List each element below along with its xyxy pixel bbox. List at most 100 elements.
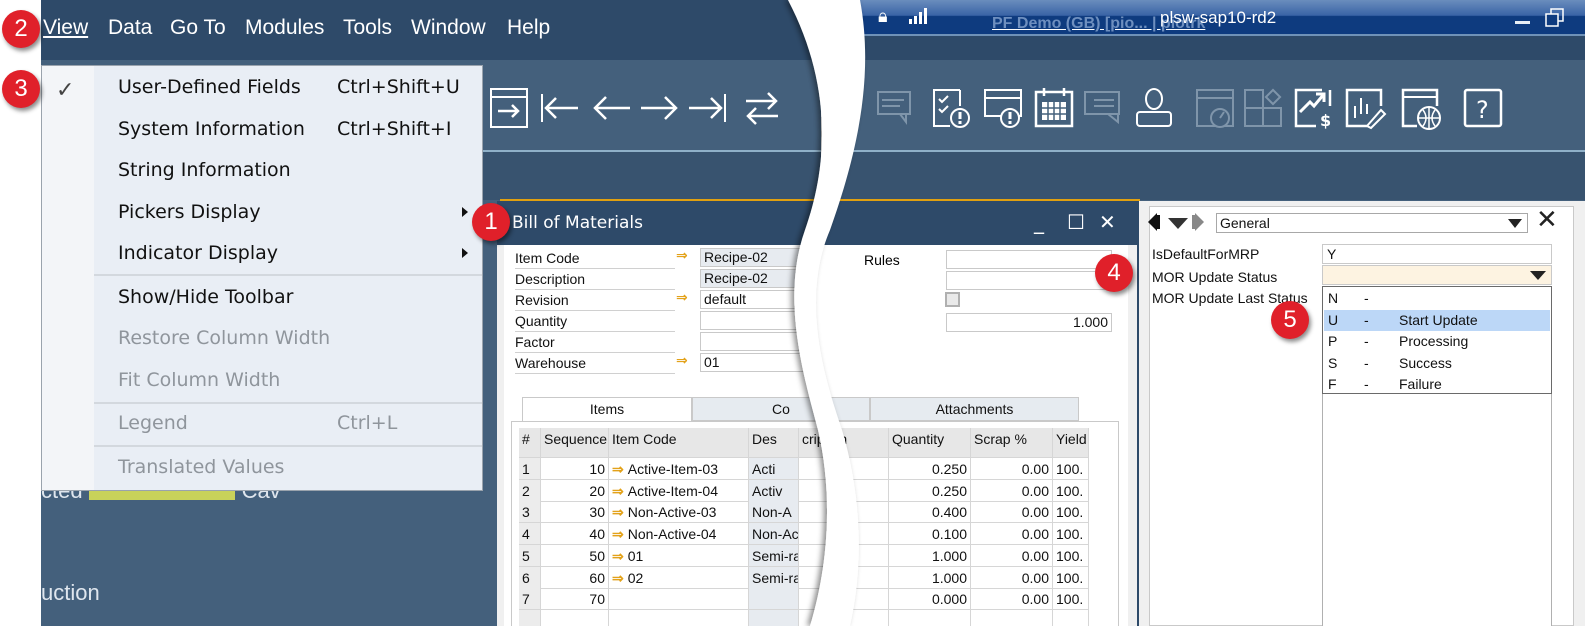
grid-cell-qty[interactable]: 0.100 [889,523,971,546]
menu-modules[interactable]: Modules [245,16,324,40]
grid-cell-seq[interactable]: 60 [541,566,609,589]
grid-cell-code[interactable]: ⇒ Non-Active-03 [609,501,749,524]
grid-cell-n[interactable]: 6 [519,566,541,589]
grid-cell-code[interactable]: ⇒ Non-Active-04 [609,523,749,546]
grid-cell-yield[interactable]: 100. [1053,566,1089,589]
grid-cell-qty[interactable]: 1.000 [889,544,971,567]
checkbox[interactable] [945,292,960,307]
link-arrow-icon[interactable]: ⇒ [612,504,624,520]
menu-help[interactable]: Help [507,16,550,40]
column-header[interactable]: Quantity [889,428,971,458]
grid-cell-code[interactable]: ⇒ 01 [609,544,749,567]
view-menu-item-translated-values[interactable]: Translated Values [118,456,284,478]
close-panel-icon[interactable]: ✕ [1536,205,1558,235]
grid-cell-scrap[interactable]: 0.00 [971,501,1053,524]
last-record-icon[interactable] [685,86,729,130]
grid-cell-qty[interactable]: 0.250 [889,458,971,480]
link-arrow-icon[interactable]: ⇒ [676,290,688,306]
grid-cell-scrap[interactable]: 0.00 [971,523,1053,546]
view-menu-item-fit-column-width[interactable]: Fit Column Width [118,369,280,391]
grid-cell-n[interactable]: 3 [519,501,541,524]
grid-cell-scrap[interactable]: 0.00 [971,479,1053,502]
view-menu-item-pickers-display[interactable]: Pickers Display [118,201,261,223]
analytics-edit-icon[interactable] [1343,86,1387,130]
column-header[interactable]: Sequence [541,428,609,458]
grid-cell-qty[interactable] [889,609,971,626]
chat-icon[interactable] [1082,86,1126,130]
link-arrow-icon[interactable]: ⇒ [612,526,624,542]
alert-window-icon[interactable] [982,86,1026,130]
link-arrow-icon[interactable]: ⇒ [612,461,624,477]
grid-cell-yield[interactable]: 100. [1053,523,1089,546]
user-icon[interactable] [1132,86,1176,130]
financial-report-icon[interactable]: $ [1292,86,1336,130]
tab-attachments[interactable]: Attachments [870,397,1079,421]
grid-cell-scrap[interactable] [971,609,1053,626]
dashboard-icon[interactable] [1194,86,1238,130]
mor-update-status-select[interactable] [1322,265,1552,285]
grid-cell-code[interactable]: ⇒ Active-Item-03 [609,458,749,480]
view-menu-item-system-information[interactable]: System Information [118,118,305,140]
grid-cell-seq[interactable]: 70 [541,588,609,611]
maximize-window-button[interactable]: ☐ [1067,210,1085,234]
menu-view[interactable]: View [43,16,88,40]
column-header[interactable]: Yield [1053,428,1089,458]
grid-cell-scrap[interactable]: 0.00 [971,588,1053,611]
view-menu-item-legend[interactable]: Legend [118,412,188,434]
view-menu-item-restore-column-width[interactable]: Restore Column Width [118,327,330,349]
menu-goto[interactable]: Go To [170,16,226,40]
grid-cell-n[interactable]: 5 [519,544,541,567]
restore-button[interactable] [1545,8,1565,28]
tab-items[interactable]: Items [522,397,692,422]
form-settings-icon[interactable] [488,86,532,130]
grid-cell-yield[interactable]: 100. [1053,544,1089,567]
grid-cell-n[interactable]: 7 [519,588,541,611]
grid-cell-seq[interactable]: 30 [541,501,609,524]
grid-cell-n[interactable]: 2 [519,479,541,502]
minimize-button[interactable] [1515,21,1530,24]
grid-cell-yield[interactable]: 100. [1053,458,1089,480]
approval-alert-icon[interactable] [930,86,974,130]
grid-cell-yield[interactable]: 100. [1053,479,1089,502]
grid-cell-scrap[interactable]: 0.00 [971,458,1053,480]
grid-cell-seq[interactable]: 20 [541,479,609,502]
mor-option-u[interactable]: U - Start Update [1324,309,1550,331]
rules-input[interactable] [946,250,1112,269]
grid-cell-yield[interactable]: 100. [1053,501,1089,524]
link-arrow-icon[interactable]: ⇒ [612,483,624,499]
previous-record-icon[interactable] [590,86,634,130]
grid-cell-n[interactable]: 4 [519,523,541,546]
column-header[interactable]: # [519,428,541,458]
grid-cell-code[interactable] [609,609,749,626]
grid-cell-scrap[interactable]: 0.00 [971,566,1053,589]
grid-cell-seq[interactable]: 40 [541,523,609,546]
link-arrow-icon[interactable]: ⇒ [612,570,624,586]
grid-cell-code[interactable]: ⇒ 02 [609,566,749,589]
udf-navigation-arrows[interactable] [1148,213,1206,231]
grid-cell-qty[interactable]: 1.000 [889,566,971,589]
minimize-window-button[interactable]: _ [1034,210,1044,234]
grid-cell-scrap[interactable]: 0.00 [971,544,1053,567]
grid-cell-n[interactable] [519,609,541,626]
grid-cell-yield[interactable]: 100. [1053,588,1089,611]
planned-quantity-input[interactable]: 1.000 [946,313,1112,332]
view-menu-item-show-hide-toolbar[interactable]: Show/Hide Toolbar [118,286,293,308]
grid-cell-n[interactable]: 1 [519,458,541,480]
grid-cell-qty[interactable]: 0.250 [889,479,971,502]
unnamed-input[interactable] [946,271,1112,290]
grid-cell-seq[interactable]: 50 [541,544,609,567]
is-default-for-mrp-input[interactable]: Y [1322,244,1552,264]
column-header[interactable]: Scrap % [971,428,1053,458]
link-arrow-icon[interactable]: ⇒ [612,548,624,564]
grid-cell-seq[interactable]: 10 [541,458,609,480]
menu-data[interactable]: Data [108,16,152,40]
help-icon[interactable]: ? [1462,86,1506,130]
close-window-button[interactable]: ✕ [1099,210,1116,234]
first-record-icon[interactable] [538,86,582,130]
next-record-icon[interactable] [637,86,681,130]
mor-option-s[interactable]: S - Success [1324,353,1550,374]
view-menu-item-string-information[interactable]: String Information [118,159,291,181]
grid-cell-code[interactable] [609,588,749,611]
widgets-icon[interactable] [1242,86,1286,130]
grid-cell-seq[interactable] [541,609,609,626]
